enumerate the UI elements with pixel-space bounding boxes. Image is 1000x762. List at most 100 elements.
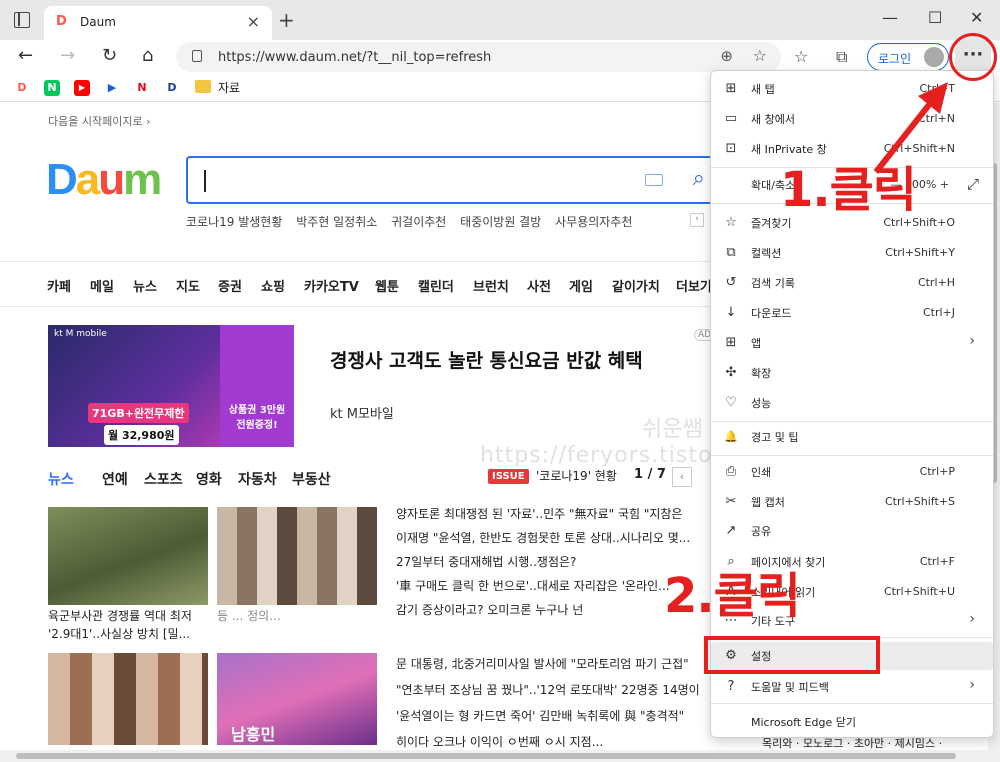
alerts-icon: 🔔 xyxy=(724,430,738,443)
menu-item-share[interactable]: ↗ 공유 xyxy=(711,517,993,545)
trending-prev-button[interactable]: ‹ xyxy=(690,213,704,227)
youtube-bookmark-icon[interactable]: ▶ xyxy=(74,80,90,96)
trending-item[interactable]: 태중이방원 결방 xyxy=(460,215,541,229)
home-icon[interactable]: ⌂ xyxy=(142,45,153,66)
tab-actions-icon[interactable] xyxy=(14,12,30,28)
nav-item[interactable]: 지도 xyxy=(176,276,200,295)
nav-item[interactable]: 메일 xyxy=(90,276,114,295)
maximize-icon[interactable]: ☐ xyxy=(928,8,942,27)
tab-sports[interactable]: 스포츠 xyxy=(144,469,183,489)
menu-item-print[interactable]: ⎙ 인쇄 Ctrl+P xyxy=(711,458,993,486)
annotation-highlight-box xyxy=(704,636,880,674)
collections-icon[interactable]: ⧉ xyxy=(836,47,847,67)
menu-item-downloads[interactable]: ↓ 다운로드 Ctrl+J xyxy=(711,299,993,327)
scroll-thumb[interactable] xyxy=(16,753,956,759)
play-bookmark-icon[interactable]: ▶ xyxy=(104,80,120,96)
watermark-name: 쉬운쌤 xyxy=(642,417,703,442)
menu-item-web-capture[interactable]: ✂ 웹 캡처 Ctrl+Shift+S xyxy=(711,488,993,516)
nav-item[interactable]: 웹툰 xyxy=(375,276,399,295)
nav-item[interactable]: 게임 xyxy=(569,276,593,295)
back-icon[interactable]: ← xyxy=(18,45,33,66)
horizontal-scrollbar[interactable] xyxy=(0,750,1000,762)
disney-bookmark-icon[interactable]: D xyxy=(164,80,180,96)
collections-icon: ⧉ xyxy=(726,245,736,260)
list-item[interactable]: 히이다 오크나 이익이 ㅇ번째 ㅇ시 지점... xyxy=(396,733,716,750)
nav-item[interactable]: 뉴스 xyxy=(133,276,157,295)
issue-prev-button[interactable]: ‹ xyxy=(672,467,692,487)
tab-news[interactable]: 뉴스 xyxy=(48,469,74,489)
window-close-icon[interactable]: ✕ xyxy=(970,8,983,27)
url-text[interactable]: https://www.daum.net/?t__nil_top=refresh xyxy=(218,50,491,65)
menu-item-history[interactable]: ↺ 검색 기록 Ctrl+H xyxy=(711,269,993,297)
search-icon[interactable]: ⌕ xyxy=(693,166,705,191)
menu-item-help[interactable]: ? 도움말 및 피드백 › xyxy=(711,673,993,701)
ad-headline[interactable]: 경쟁사 고객도 놀란 통신요금 반값 혜택 xyxy=(330,349,690,373)
new-tab-icon[interactable]: + xyxy=(278,8,295,32)
issue-text[interactable]: '코로나19' 현황 xyxy=(536,467,617,484)
nav-item[interactable]: 카카오TV xyxy=(304,276,359,295)
trending-item[interactable]: 박주현 일정취소 xyxy=(296,215,377,229)
naver-bookmark-icon[interactable]: N xyxy=(44,80,60,96)
close-tab-icon[interactable]: × xyxy=(247,12,260,31)
lock-icon[interactable] xyxy=(192,50,202,62)
nav-item[interactable]: 사전 xyxy=(527,276,551,295)
nav-item[interactable]: 더보기 xyxy=(676,276,712,295)
login-button[interactable]: 로그인 xyxy=(867,43,949,71)
nav-item[interactable]: 카페 xyxy=(47,276,71,295)
tab-daum[interactable]: D Daum × xyxy=(44,6,272,40)
address-bar[interactable]: https://www.daum.net/?t__nil_top=refresh… xyxy=(176,42,781,72)
netflix-bookmark-icon[interactable]: N xyxy=(134,80,150,96)
daum-bookmark-icon[interactable]: D xyxy=(14,80,30,96)
thumbnail-caption[interactable]: 육군부사관 경쟁률 역대 최저 '2.9대1'..사실상 방치 [밀... xyxy=(48,607,208,643)
keyboard-icon[interactable] xyxy=(645,174,663,186)
tab-car[interactable]: 자동차 xyxy=(238,469,277,489)
trending-item[interactable]: 귀걸이추천 xyxy=(391,215,446,229)
print-icon: ⎙ xyxy=(725,464,737,479)
menu-item-alerts[interactable]: 🔔 경고 및 팁 xyxy=(711,423,993,451)
search-input[interactable]: ⌕ xyxy=(186,156,721,204)
start-page-link[interactable]: 다음을 시작페이지로 › xyxy=(48,113,150,129)
thumbnail-caption[interactable]: 등 ... 정의... xyxy=(217,607,377,625)
nav-item[interactable]: 쇼핑 xyxy=(261,276,285,295)
tab-realestate[interactable]: 부동산 xyxy=(292,469,331,489)
forward-icon[interactable]: → xyxy=(60,45,75,66)
menu-item-label: 웹 캡처 xyxy=(751,496,785,509)
minimize-icon[interactable]: — xyxy=(882,8,898,27)
menu-item-label: 앱 xyxy=(751,337,762,350)
nav-item[interactable]: 브런치 xyxy=(473,276,509,295)
favorites-icon[interactable]: ☆ xyxy=(794,47,808,66)
fullscreen-icon[interactable]: ⤢ xyxy=(967,175,979,193)
ad-sponsor[interactable]: kt M모바일 xyxy=(330,403,394,422)
list-item[interactable]: '윤석열이는 형 카드면 죽어' 김만배 녹취록에 與 "충격적" xyxy=(396,707,716,733)
news-thumbnail[interactable] xyxy=(217,507,377,605)
list-item[interactable]: 양자토론 최대쟁점 된 '자료'..민주 "無자료" 국힘 "지참은 xyxy=(396,505,716,529)
nav-item[interactable]: 같이가치 xyxy=(612,276,660,295)
list-item[interactable]: "연초부터 조상님 꿈 꿨나"..'12억 로또대박' 22명중 14명이 xyxy=(396,681,716,707)
menu-item-close-edge[interactable]: Microsoft Edge 닫기 xyxy=(711,708,993,736)
menu-item-collections[interactable]: ⧉ 컬렉션 Ctrl+Shift+Y xyxy=(711,239,993,267)
zoom-icon[interactable]: ⊕ xyxy=(720,47,733,65)
daum-logo[interactable]: Daum xyxy=(46,155,162,205)
tab-movie[interactable]: 영화 xyxy=(196,469,222,489)
add-favorite-icon[interactable]: ☆ xyxy=(753,46,767,65)
ad-banner-image[interactable]: kt M mobile 71GB+완전무제한 월 32,980원 상품권 3만원… xyxy=(48,325,294,447)
tab-entertainment[interactable]: 연예 xyxy=(102,469,128,489)
list-item[interactable]: 문 대통령, 北중거리미사일 발사에 "모라토리엄 파기 근접" xyxy=(396,655,716,681)
download-icon: ↓ xyxy=(725,305,737,320)
menu-item-apps[interactable]: ⊞ 앱 › xyxy=(711,329,993,357)
trending-item[interactable]: 코로나19 발생현황 xyxy=(186,215,282,229)
list-item[interactable]: 이재명 "윤석열, 한반도 경험못한 토론 상대..시나리오 몇... xyxy=(396,529,716,553)
trending-item[interactable]: 사무용의자추천 xyxy=(555,215,632,229)
menu-item-extensions[interactable]: ✣ 확장 xyxy=(711,359,993,387)
nav-item[interactable]: 증권 xyxy=(218,276,242,295)
news-thumbnail[interactable] xyxy=(48,507,208,605)
nav-item[interactable]: 캘린더 xyxy=(418,276,454,295)
menu-item-performance[interactable]: ♡ 성능 xyxy=(711,389,993,417)
ad-price: 월 32,980원 xyxy=(104,425,179,445)
refresh-icon[interactable]: ↻ xyxy=(102,45,117,66)
bookmark-folder-label[interactable]: 자료 xyxy=(218,79,240,96)
favorites-icon: ☆ xyxy=(725,215,737,230)
news-thumbnail[interactable]: 남흥민 xyxy=(217,653,377,745)
news-thumbnail[interactable] xyxy=(48,653,208,745)
folder-icon[interactable] xyxy=(195,80,211,93)
